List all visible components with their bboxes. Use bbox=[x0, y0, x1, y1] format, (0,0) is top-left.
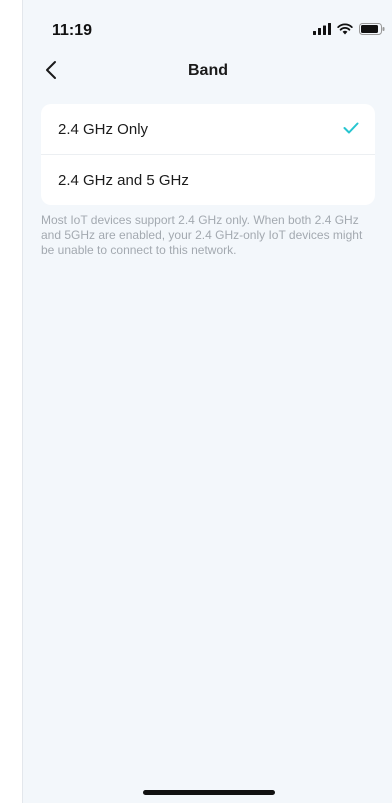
phone-screen: 11:19 Band 2.4 GHz Only 2.4 GHz and 5 GH… bbox=[22, 0, 392, 803]
band-option-label: 2.4 GHz Only bbox=[58, 120, 149, 138]
band-option-label: 2.4 GHz and 5 GHz bbox=[58, 171, 189, 189]
battery-icon bbox=[359, 22, 385, 40]
page-title: Band bbox=[188, 62, 228, 79]
status-time: 11:19 bbox=[52, 22, 93, 39]
band-hint-text: Most IoT devices support 2.4 GHz only. W… bbox=[41, 213, 363, 257]
cellular-signal-icon bbox=[313, 22, 331, 40]
home-indicator[interactable] bbox=[143, 790, 275, 795]
status-icons bbox=[313, 22, 385, 40]
status-bar: 11:19 bbox=[23, 0, 392, 52]
checkmark-icon bbox=[343, 121, 359, 138]
nav-bar: Band bbox=[23, 52, 392, 92]
band-options-card: 2.4 GHz Only 2.4 GHz and 5 GHz bbox=[41, 104, 375, 205]
band-option-2-4ghz-only[interactable]: 2.4 GHz Only bbox=[41, 104, 375, 154]
wifi-icon bbox=[337, 22, 353, 40]
band-option-2-4ghz-and-5ghz[interactable]: 2.4 GHz and 5 GHz bbox=[41, 154, 375, 205]
